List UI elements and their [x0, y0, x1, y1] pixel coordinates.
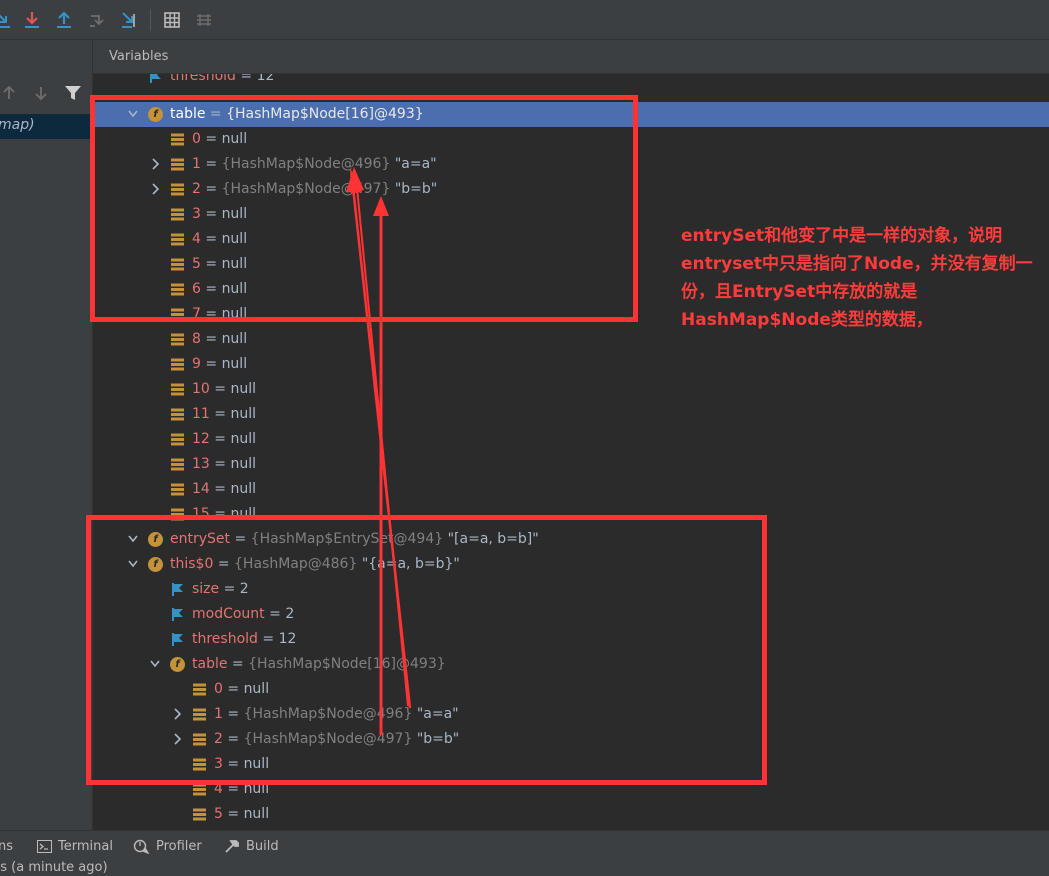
array-element-icon	[170, 332, 185, 347]
array-element-icon	[170, 457, 185, 472]
array-element-icon	[170, 382, 185, 397]
tree-row-text: 11 = null	[192, 405, 256, 423]
tab-profiler[interactable]: Profiler	[156, 839, 202, 854]
arrow-down-icon[interactable]	[34, 85, 48, 101]
trace-icon[interactable]	[194, 10, 214, 30]
tree-row-text: threshold = 12	[170, 74, 274, 85]
step-out-icon[interactable]	[54, 10, 74, 30]
frames-panel: map)	[0, 40, 93, 830]
var-value: 12	[256, 74, 275, 84]
var-equals: =	[209, 456, 231, 472]
tab-build[interactable]: Build	[246, 839, 279, 854]
var-name: threshold	[170, 74, 236, 84]
debugger-toolbar	[0, 0, 1049, 40]
tree-row-text: 14 = null	[192, 480, 256, 498]
drop-frame-icon[interactable]	[87, 10, 107, 30]
annotation-note: entrySet和他变了中是一样的对象，说明entryset中只是指向了Node…	[681, 226, 1033, 330]
tree-row[interactable]: 14 = null	[93, 477, 1049, 502]
tree-row-text: 10 = null	[192, 380, 256, 398]
highlight-box-entryset	[86, 515, 767, 785]
tree-row[interactable]: 9 = null	[93, 352, 1049, 377]
arrow-up-icon[interactable]	[2, 85, 16, 101]
var-equals: =	[209, 481, 231, 497]
tree-row[interactable]: 11 = null	[93, 402, 1049, 427]
var-name: 14	[192, 481, 210, 497]
tree-row-text: 8 = null	[192, 330, 247, 348]
evaluate-icon[interactable]	[162, 10, 182, 30]
tree-row[interactable]: 13 = null	[93, 452, 1049, 477]
var-value: null	[230, 456, 256, 472]
var-name: 5	[214, 806, 223, 822]
step-over-icon[interactable]	[0, 10, 14, 30]
var-equals: =	[209, 381, 231, 397]
var-name: 12	[192, 431, 210, 447]
step-into-icon[interactable]	[22, 10, 42, 30]
tree-row[interactable]: threshold = 12	[93, 74, 1049, 89]
var-value: null	[221, 331, 248, 347]
terminal-icon	[37, 840, 52, 853]
highlight-box-table	[90, 95, 638, 322]
var-value: null	[230, 381, 256, 397]
array-element-icon	[170, 407, 185, 422]
var-equals: =	[222, 806, 244, 822]
var-equals: =	[200, 331, 222, 347]
var-value: null	[230, 406, 256, 422]
tree-row[interactable]: 12 = null	[93, 427, 1049, 452]
status-bar: ns (a minute ago)	[0, 860, 1049, 876]
profiler-icon	[133, 839, 150, 854]
var-name: 11	[192, 406, 210, 422]
array-element-icon	[192, 807, 207, 822]
tree-row-text: 12 = null	[192, 430, 256, 448]
variables-header: Variables	[93, 40, 1049, 74]
tree-row[interactable]: 5 = null	[93, 802, 1049, 827]
filter-icon[interactable]	[64, 84, 82, 102]
status-text: ns (a minute ago)	[0, 860, 108, 875]
tree-row-text: 9 = null	[192, 355, 247, 373]
selected-frame[interactable]: map)	[0, 114, 92, 139]
array-element-icon	[170, 357, 185, 372]
build-icon	[225, 840, 239, 853]
var-value: null	[221, 356, 248, 372]
tree-row[interactable]: 10 = null	[93, 377, 1049, 402]
toolbar-separator	[150, 9, 151, 31]
var-equals: =	[235, 74, 257, 84]
bottom-tool-tabs: ns Terminal Profiler Build	[0, 830, 1049, 861]
var-name: 8	[192, 331, 201, 347]
var-value: null	[230, 481, 256, 497]
array-element-icon	[170, 482, 185, 497]
run-to-cursor-icon[interactable]	[120, 10, 140, 30]
var-value: null	[243, 806, 270, 822]
var-equals: =	[209, 431, 231, 447]
tree-row-text: 5 = null	[214, 805, 269, 823]
var-equals: =	[209, 406, 231, 422]
tree-row-text: 13 = null	[192, 455, 256, 473]
tab-ns[interactable]: ns	[0, 839, 13, 854]
var-value: null	[230, 431, 256, 447]
var-equals: =	[200, 356, 222, 372]
frame-label: map)	[0, 117, 35, 133]
variables-title: Variables	[109, 49, 169, 64]
var-name: 9	[192, 356, 201, 372]
tab-terminal[interactable]: Terminal	[58, 839, 113, 854]
field-flag-icon	[148, 74, 163, 84]
var-name: 10	[192, 381, 210, 397]
array-element-icon	[170, 432, 185, 447]
var-name: 13	[192, 456, 210, 472]
